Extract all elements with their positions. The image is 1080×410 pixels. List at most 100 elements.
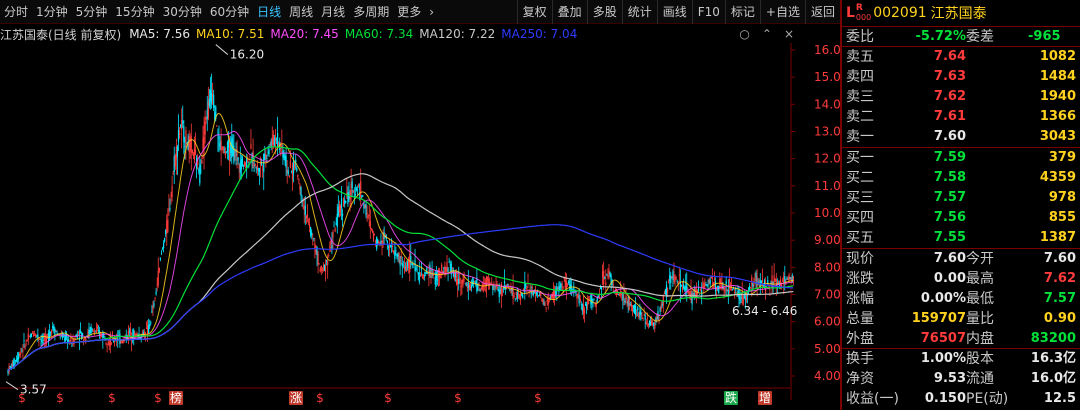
asks-row[interactable]: 卖一 7.60 3043 [842, 127, 1080, 147]
candle-body [546, 300, 548, 302]
toolbar-button-7[interactable]: +自选 [759, 0, 805, 24]
candle-body [13, 364, 15, 366]
period-tab-5min[interactable]: 5分钟 [72, 0, 112, 24]
candle-body [674, 279, 676, 282]
circle-icon[interactable]: ○ [739, 27, 749, 41]
bids-row[interactable]: 买一 7.59 379 [842, 148, 1080, 168]
candle-body [463, 279, 465, 281]
candle-body [519, 292, 522, 301]
candle-body [9, 366, 11, 368]
period-tab-1min[interactable]: 1分钟 [32, 0, 72, 24]
candle-body [24, 345, 26, 349]
candle-body [291, 164, 294, 180]
candle-body [355, 188, 358, 190]
candle-body [318, 263, 320, 265]
candle-body [150, 322, 152, 323]
candle-body [51, 330, 53, 334]
stat-value: 0.00 [933, 271, 966, 286]
toolbar-button-4[interactable]: 画线 [656, 0, 692, 24]
candle-body [542, 300, 544, 303]
candle-body [749, 285, 751, 291]
candle-body [213, 94, 215, 108]
asks-row[interactable]: 卖五 7.64 1082 [842, 47, 1080, 67]
candle-body [354, 194, 356, 195]
period-tab-multi[interactable]: 多周期 [349, 0, 393, 24]
candle-body [183, 125, 185, 143]
weicha-value: -965 [1028, 29, 1061, 44]
candle-body [580, 304, 582, 305]
candle-body [664, 289, 667, 295]
candle-body [329, 247, 331, 248]
bids-row[interactable]: 买二 7.58 4359 [842, 168, 1080, 188]
candle-body [167, 219, 169, 233]
candle-body [440, 277, 442, 279]
candle-body [15, 359, 18, 362]
period-tab-fenshi[interactable]: 分时 [0, 0, 32, 24]
toolbar-button-3[interactable]: 统计 [621, 0, 657, 24]
candle-body [305, 215, 307, 219]
asks-row[interactable]: 卖三 7.62 1940 [842, 87, 1080, 107]
candle-body [351, 181, 353, 188]
period-tab-30min[interactable]: 30分钟 [159, 0, 206, 24]
period-tab-15min[interactable]: 15分钟 [111, 0, 158, 24]
candle-body [121, 341, 123, 343]
toolbar-button-1[interactable]: 叠加 [551, 0, 587, 24]
candle-body [436, 279, 439, 281]
candle-body [334, 228, 336, 232]
period-tab-day[interactable]: 日线 [253, 0, 285, 24]
period-tab-week[interactable]: 周线 [285, 0, 317, 24]
stat-label: 现价 [846, 251, 874, 267]
candle-body [405, 266, 408, 271]
candle-body [631, 308, 634, 312]
candle-body [456, 279, 458, 285]
candle-body [538, 295, 540, 297]
bids-row[interactable]: 买三 7.57 978 [842, 188, 1080, 208]
candle-body [782, 280, 784, 282]
close-icon[interactable]: × [784, 27, 794, 41]
candle-body [333, 225, 335, 227]
candle-body [462, 278, 464, 285]
toolbar-button-2[interactable]: 多股 [586, 0, 622, 24]
period-tab-month[interactable]: 月线 [317, 0, 349, 24]
candle-body [208, 98, 210, 107]
candle-body [234, 155, 236, 157]
candle-body [81, 333, 84, 336]
candle-body [381, 241, 383, 243]
toolbar-button-5[interactable]: F10 [691, 0, 725, 24]
bids-volume: 379 [1048, 150, 1076, 165]
candle-body [203, 136, 205, 148]
candle-body [360, 181, 362, 198]
candle-body [491, 282, 493, 284]
candle-body [30, 333, 33, 338]
period-tabs: 分时 1分钟 5分钟 15分钟 30分钟 60分钟 日线 周线 月线 多周期 更多 › [0, 0, 438, 24]
collapse-icon[interactable]: ⌃ [762, 27, 772, 41]
asks-row[interactable]: 卖二 7.61 1366 [842, 107, 1080, 127]
bids-row[interactable]: 买五 7.55 1387 [842, 228, 1080, 248]
kline-chart[interactable]: 16.00 15.00 14.00 13.00 12.00 11.00 10.00 9.00 8… [0, 43, 840, 410]
candle-body [372, 233, 375, 240]
period-tab-more[interactable]: 更多 [393, 0, 425, 24]
asks-price: 7.61 [933, 109, 966, 124]
candle-body [284, 156, 286, 162]
bids-row[interactable]: 买四 7.56 855 [842, 208, 1080, 228]
candle-body [529, 286, 531, 288]
bids-price: 7.57 [933, 190, 966, 205]
candle-body [598, 296, 600, 298]
toolbar-button-0[interactable]: 复权 [516, 0, 552, 24]
candle-body [184, 145, 186, 148]
candle-body [457, 278, 459, 285]
asks-row[interactable]: 卖四 7.63 1484 [842, 67, 1080, 87]
asks-label: 卖四 [846, 69, 874, 85]
toolbar-button-6[interactable]: 标记 [724, 0, 760, 24]
more-arrow-icon[interactable]: › [425, 0, 438, 24]
toolbar-button-8[interactable]: 返回 [804, 0, 840, 24]
candle-body [497, 288, 499, 292]
candle-body [565, 281, 567, 289]
period-tab-60min[interactable]: 60分钟 [206, 0, 253, 24]
candle-body [59, 336, 61, 338]
candle-body [269, 144, 271, 146]
candle-body [713, 278, 716, 281]
asks-volume: 3043 [1039, 129, 1076, 144]
candle-body [324, 266, 327, 272]
asks-price: 7.64 [933, 49, 966, 64]
